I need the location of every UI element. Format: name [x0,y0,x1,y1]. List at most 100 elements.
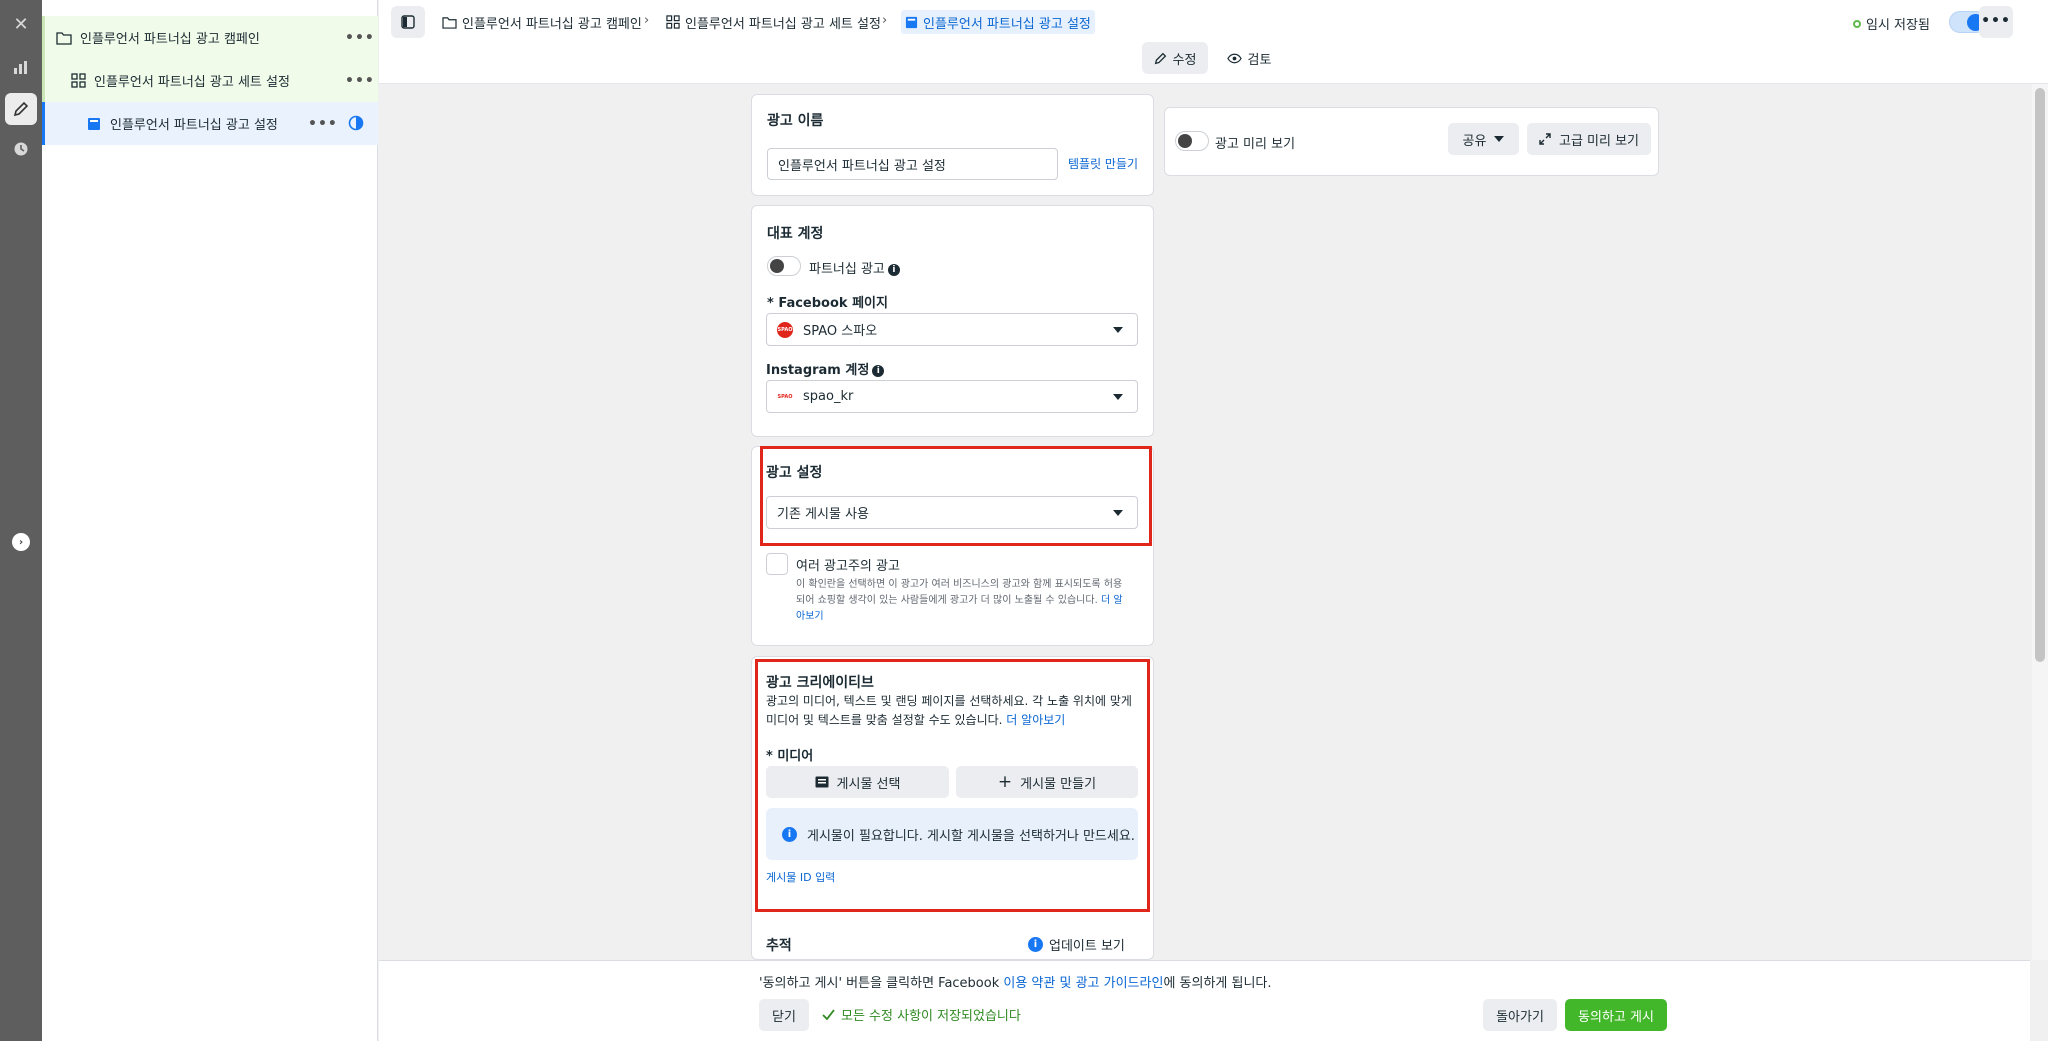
button-label: 게시물 만들기 [1020,776,1097,792]
tracking-title: 추적 [766,938,792,954]
facebook-page-label: * Facebook 페이지 [767,296,888,311]
breadcrumb-label: 인플루언서 파트너십 광고 세트 설정 [685,16,881,32]
spao-logo-icon: SPAO [777,321,793,338]
pencil-icon[interactable] [5,93,37,125]
terms-link[interactable]: 이용 약관 및 광고 가이드라인 [1003,976,1163,991]
more-icon[interactable]: ••• [345,73,375,89]
description-line: 미디어 및 텍스트를 맞춤 설정할 수도 있습니다. [766,713,1003,727]
media-label: * 미디어 [766,749,814,764]
multi-advertiser-checkbox[interactable] [766,553,788,575]
button-label: 공유 [1462,133,1487,149]
button-label: 게시물 선택 [836,776,901,792]
learn-more-link[interactable]: 아보기 [796,609,1142,625]
tree-item-adset[interactable]: 인플루언서 파트너십 광고 세트 설정 ••• [42,59,378,102]
enter-post-id-link[interactable]: 게시물 ID 입력 [766,869,835,885]
multi-advertiser-description: 이 확인란을 선택하면 이 광고가 여러 비즈니스의 광고와 함께 표시되도록 … [796,577,1142,625]
instagram-label-text: Instagram 계정 [766,363,870,378]
ad-icon [85,115,103,133]
facebook-page-select[interactable]: SPAO SPAO 스파오 [766,313,1138,346]
folder-icon [442,16,457,29]
plus-icon: + [997,772,1013,792]
draft-status-label: 임시 저장됨 [1866,18,1930,33]
section-title: 광고 크리에이티브 [766,675,874,691]
expand-sidebar-icon[interactable]: › [12,533,30,551]
select-value: 기존 게시물 사용 [777,507,869,522]
multi-advertiser-label: 여러 광고주의 광고 [796,559,900,574]
panel-toggle-button[interactable] [391,6,425,38]
close-button[interactable]: 닫기 [759,999,809,1031]
agree-and-publish-button[interactable]: 동의하고 게시 [1565,999,1667,1031]
select-post-button[interactable]: 게시물 선택 [766,766,949,798]
breadcrumb-adset[interactable]: 인플루언서 파트너십 광고 세트 설정 [666,10,881,34]
select-value: spao_kr [803,389,854,404]
create-template-link[interactable]: 템플릿 만들기 [1068,155,1138,172]
view-updates-link[interactable]: i 업데이트 보기 [1028,935,1125,954]
more-icon[interactable]: ••• [345,30,375,46]
learn-more-link[interactable]: 더 알 [1101,595,1123,606]
folder-icon [55,29,73,47]
saved-status-label: 모든 수정 사항이 저장되었습니다 [841,1009,1021,1024]
view-updates-label: 업데이트 보기 [1049,939,1125,954]
tab-edit[interactable]: 수정 [1142,42,1208,74]
instagram-account-label: Instagram 계정 i [766,359,885,378]
caret-down-icon [1494,136,1505,142]
half-circle-icon [348,115,364,135]
learn-more-link[interactable]: 더 알아보기 [1006,713,1065,727]
post-required-notice: i 게시물이 필요합니다. 게시할 게시물을 선택하거나 만드세요. [766,808,1138,860]
create-post-button[interactable]: + 게시물 만들기 [956,766,1138,798]
caret-down-icon [1113,510,1123,516]
tab-review[interactable]: 검토 [1217,42,1281,74]
preview-toggle[interactable] [1175,131,1209,151]
description-line: 이 확인란을 선택하면 이 광고가 여러 비즈니스의 광고와 함께 표시되도록 … [796,579,1123,590]
footer-bar: '동의하고 게시' 버튼을 클릭하면 Facebook 이용 약관 및 광고 가… [379,960,2030,1041]
chevron-right-icon: › [644,13,650,28]
caret-down-icon [1113,327,1123,333]
more-options-button[interactable]: ••• [1979,6,2013,38]
ad-preview-card: 광고 미리 보기 공유 고급 미리 보기 [1164,107,1659,176]
preview-label: 광고 미리 보기 [1215,137,1296,152]
ad-setup-select[interactable]: 기존 게시물 사용 [766,496,1138,529]
close-icon[interactable]: ✕ [5,8,37,40]
breadcrumb-ad[interactable]: 인플루언서 파트너십 광고 설정 [901,10,1095,34]
terms-suffix: 에 동의하게 됩니다. [1163,976,1272,991]
partnership-toggle[interactable] [767,256,801,276]
back-button[interactable]: 돌아가기 [1483,999,1557,1031]
breadcrumb-label: 인플루언서 파트너십 광고 캠페인 [462,16,642,32]
tree-item-ad[interactable]: 인플루언서 파트너십 광고 설정 ••• [42,102,378,145]
chevron-right-icon: › [882,13,888,28]
breadcrumb-campaign[interactable]: 인플루언서 파트너십 광고 캠페인 [442,10,642,34]
eye-icon [1226,53,1242,63]
creative-description: 광고의 미디어, 텍스트 및 랜딩 페이지를 선택하세요. 각 노출 위치에 맞… [766,692,1144,730]
section-title: 대표 계정 [767,226,824,242]
instagram-account-select[interactable]: SPAO spao_kr [766,380,1138,413]
terms-prefix: '동의하고 게시' 버튼을 클릭하면 Facebook [759,976,1004,991]
draft-status: 임시 저장됨 [1853,14,1930,33]
ad-icon [905,16,918,28]
share-button[interactable]: 공유 [1448,123,1519,155]
more-icon[interactable]: ••• [308,116,338,132]
advanced-preview-button[interactable]: 고급 미리 보기 [1527,123,1651,155]
info-icon[interactable]: i [887,263,900,276]
notice-text: 게시물이 필요합니다. 게시할 게시물을 선택하거나 만드세요. [807,828,1135,844]
section-title: 광고 이름 [767,113,824,129]
tree-item-label: 인플루언서 파트너십 광고 세트 설정 [94,75,290,90]
ad-name-input[interactable]: 인플루언서 파트너십 광고 설정 [767,148,1058,180]
clock-icon[interactable] [5,133,37,165]
breadcrumb-label: 인플루언서 파트너십 광고 설정 [923,16,1091,32]
chart-icon[interactable] [5,51,37,83]
ad-name-card: 광고 이름 인플루언서 파트너십 광고 설정 템플릿 만들기 [751,94,1154,196]
tree-item-campaign[interactable]: 인플루언서 파트너십 광고 캠페인 ••• [42,16,378,59]
checkmark-icon [822,1009,835,1020]
button-label: 돌아가기 [1496,1009,1544,1025]
expand-icon [1539,133,1551,145]
grid-icon [69,72,87,90]
tree-item-label: 인플루언서 파트너십 광고 설정 [110,118,278,133]
post-icon [815,776,829,788]
button-label: 닫기 [772,1009,796,1025]
saved-status: 모든 수정 사항이 저장되었습니다 [822,1005,1021,1024]
scrollbar[interactable] [2032,84,2048,960]
info-icon[interactable]: i [872,364,885,377]
button-label: 동의하고 게시 [1578,1009,1654,1025]
section-title: 광고 설정 [766,465,823,481]
button-label: 고급 미리 보기 [1558,133,1640,149]
